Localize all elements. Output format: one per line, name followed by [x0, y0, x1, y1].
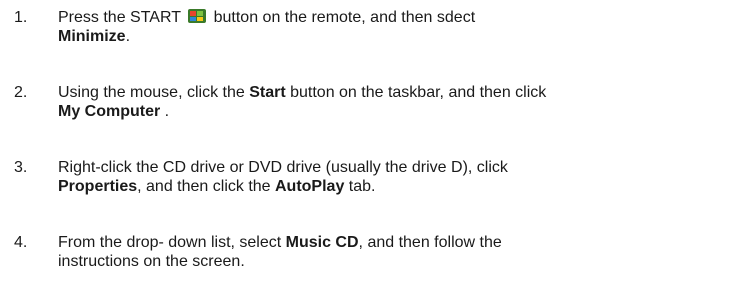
start-button-icon	[187, 8, 207, 24]
step-text-part: Using the mouse, click the	[58, 84, 250, 101]
step-text-part: tab.	[344, 178, 376, 195]
step-text-part: From the drop- down list, select	[58, 234, 286, 251]
step-text-part: .	[125, 28, 131, 45]
ui-term-music-cd: Music CD	[285, 234, 359, 251]
step-number: 2.	[14, 84, 28, 101]
step-number: 4.	[14, 234, 28, 251]
step-text-part: , and then follow the	[358, 234, 502, 251]
ui-term-my-computer: My Computer	[58, 103, 161, 120]
step-text-part: button on the remote, and then sdect	[209, 9, 476, 26]
ui-term-properties: Properties	[58, 178, 138, 195]
ui-term-start: Start	[249, 84, 286, 101]
step-text-part: , and then click the	[137, 178, 275, 195]
step-number: 3.	[14, 159, 28, 176]
step-text: Right-click the CD drive or DVD drive (u…	[58, 158, 738, 196]
step-text: Using the mouse, click the Start button …	[58, 83, 738, 121]
step-text-part: instructions on the screen.	[58, 253, 245, 270]
step-text-part: Right-click the CD drive or DVD drive (u…	[58, 159, 508, 176]
ui-term-autoplay: AutoPlay	[275, 178, 345, 195]
step-text-part: Press the START	[58, 9, 181, 26]
ui-term-minimize: Minimize	[58, 28, 126, 45]
step-text: Press the START button on the remote, an…	[58, 8, 738, 46]
step-text: From the drop- down list, select Music C…	[58, 233, 738, 271]
step-text-part: .	[160, 103, 170, 120]
step-text-part: button on the taskbar, and then click	[285, 84, 547, 101]
step-number: 1.	[14, 9, 28, 26]
